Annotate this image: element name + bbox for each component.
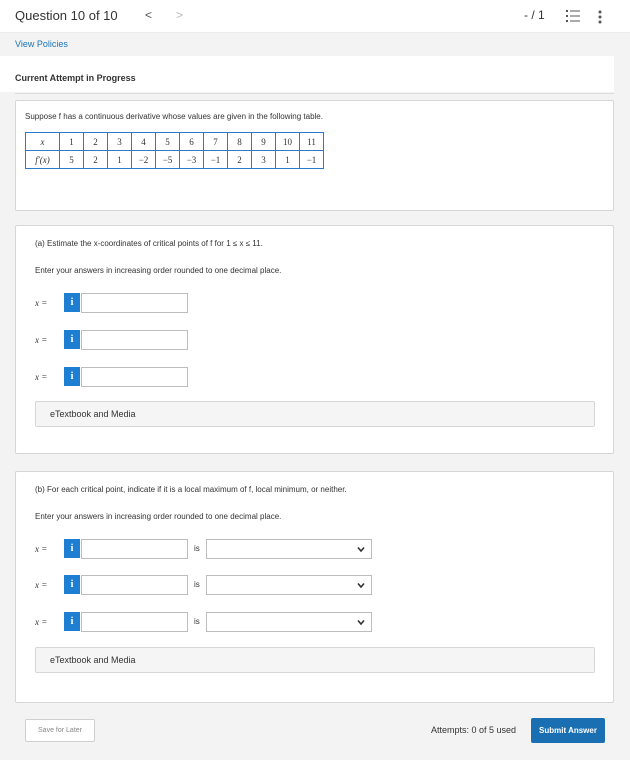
kebab-menu-icon[interactable]	[598, 10, 602, 24]
prev-question-button[interactable]: <	[145, 8, 152, 22]
table-cell: −2	[131, 150, 156, 169]
x-label: x =	[35, 372, 48, 382]
score-display: - / 1	[524, 8, 545, 22]
table-row: f′(x) 5 2 1 −2 −5 −3 −1 2 3 1 −1	[25, 150, 324, 169]
table-cell: 10	[275, 132, 300, 151]
derivative-table: x 1 2 3 4 5 6 7 8 9 10 11 f′(x) 5 2 1 −2…	[25, 132, 324, 169]
table-cell: 8	[227, 132, 252, 151]
is-label: is	[194, 617, 200, 626]
save-for-later-button[interactable]: Save for Later	[25, 719, 95, 742]
info-icon[interactable]: i	[64, 293, 80, 312]
part-a-card: (a) Estimate the x-coordinates of critic…	[15, 225, 614, 454]
table-cell: 3	[107, 132, 132, 151]
table-cell: 1	[107, 150, 132, 169]
info-icon[interactable]: i	[64, 575, 80, 594]
part-b-instruction: Enter your answers in increasing order r…	[35, 512, 282, 521]
x-label: x =	[35, 335, 48, 345]
table-cell: 5	[59, 150, 84, 169]
table-cell: 4	[131, 132, 156, 151]
etextbook-media-button[interactable]: eTextbook and Media	[35, 647, 595, 673]
intro-text: Suppose f has a continuous derivative wh…	[25, 112, 323, 121]
attempt-status-label: Current Attempt in Progress	[15, 73, 136, 83]
table-cell: −1	[203, 150, 228, 169]
divider	[15, 93, 614, 94]
critical-point-input-1[interactable]	[81, 539, 188, 559]
info-icon[interactable]: i	[64, 539, 80, 558]
part-b-card: (b) For each critical point, indicate if…	[15, 471, 614, 703]
attempts-counter: Attempts: 0 of 5 used	[431, 725, 517, 735]
classification-select-3[interactable]	[206, 612, 372, 632]
x-label: x =	[35, 544, 48, 554]
table-row-label: x	[25, 132, 60, 151]
table-cell: −5	[155, 150, 180, 169]
table-cell: 1	[275, 150, 300, 169]
classification-select-2[interactable]	[206, 575, 372, 595]
chevron-down-icon	[357, 582, 365, 589]
table-cell: 2	[83, 150, 108, 169]
table-cell: 9	[251, 132, 276, 151]
question-intro-card: Suppose f has a continuous derivative wh…	[15, 100, 614, 211]
info-icon[interactable]: i	[64, 330, 80, 349]
critical-point-input-2[interactable]	[81, 575, 188, 595]
next-question-button[interactable]: >	[176, 8, 183, 22]
etextbook-media-button[interactable]: eTextbook and Media	[35, 401, 595, 427]
chevron-down-icon	[357, 546, 365, 553]
x-label: x =	[35, 298, 48, 308]
table-cell: 3	[251, 150, 276, 169]
info-icon[interactable]: i	[64, 367, 80, 386]
part-b-prompt: (b) For each critical point, indicate if…	[35, 485, 347, 494]
table-row: x 1 2 3 4 5 6 7 8 9 10 11	[25, 132, 324, 151]
table-cell: 7	[203, 132, 228, 151]
classification-select-1[interactable]	[206, 539, 372, 559]
table-row-label: f′(x)	[25, 150, 60, 169]
info-icon[interactable]: i	[64, 612, 80, 631]
submit-answer-button[interactable]: Submit Answer	[531, 718, 605, 743]
table-cell: 5	[155, 132, 180, 151]
answer-input-2[interactable]	[81, 330, 188, 350]
chevron-down-icon	[357, 619, 365, 626]
is-label: is	[194, 580, 200, 589]
answer-input-3[interactable]	[81, 367, 188, 387]
view-policies-link[interactable]: View Policies	[15, 39, 68, 49]
part-a-instruction: Enter your answers in increasing order r…	[35, 266, 282, 275]
table-cell: 1	[59, 132, 84, 151]
x-label: x =	[35, 617, 48, 627]
answer-input-1[interactable]	[81, 293, 188, 313]
question-title: Question 10 of 10	[15, 8, 118, 23]
top-bar: Question 10 of 10 < > - / 1	[0, 0, 630, 33]
table-cell: −3	[179, 150, 204, 169]
part-a-prompt: (a) Estimate the x-coordinates of critic…	[35, 239, 263, 248]
critical-point-input-3[interactable]	[81, 612, 188, 632]
table-cell: 6	[179, 132, 204, 151]
table-cell: 2	[227, 150, 252, 169]
table-cell: 11	[299, 132, 324, 151]
list-icon[interactable]	[566, 10, 580, 22]
is-label: is	[194, 544, 200, 553]
table-cell: −1	[299, 150, 324, 169]
x-label: x =	[35, 580, 48, 590]
table-cell: 2	[83, 132, 108, 151]
